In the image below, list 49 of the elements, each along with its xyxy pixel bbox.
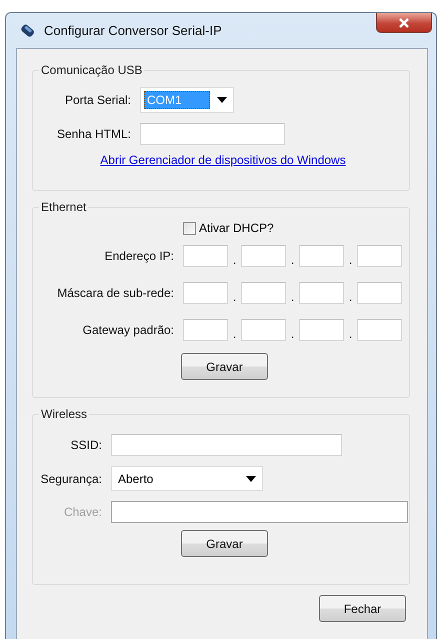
group-title: Ethernet: [39, 200, 88, 214]
octet-separator: .: [232, 253, 238, 267]
caret-icon: [246, 476, 256, 482]
octet-field[interactable]: [241, 319, 286, 341]
security-dropdown[interactable]: Aberto: [111, 466, 263, 491]
octet-field[interactable]: [299, 282, 344, 304]
dhcp-checkbox[interactable]: Ativar DHCP?: [183, 221, 409, 235]
device-manager-link[interactable]: Abrir Gerenciador de dispositivos do Windows: [100, 153, 346, 167]
octet-field[interactable]: [357, 319, 402, 341]
octet-separator: .: [348, 327, 354, 341]
close-button[interactable]: Fechar: [319, 595, 406, 622]
field-label: Porta Serial:: [64, 93, 132, 107]
octet-field[interactable]: [241, 282, 286, 304]
octet-field[interactable]: [357, 282, 402, 304]
field-label: Segurança:: [40, 472, 103, 486]
octet-separator: .: [348, 253, 354, 267]
dropdown-value: COM1: [144, 91, 210, 109]
save-button[interactable]: Gravar: [181, 353, 268, 380]
octet-separator: .: [290, 290, 296, 304]
field-label: Máscara de sub-rede:: [56, 286, 175, 300]
octet-separator: .: [290, 253, 296, 267]
caret-icon: [217, 97, 227, 103]
group-title: Wireless: [39, 407, 90, 421]
close-icon: [398, 18, 410, 28]
save-button[interactable]: Gravar: [181, 530, 268, 557]
checkbox-label: Ativar DHCP?: [199, 221, 274, 235]
checkbox[interactable]: [183, 222, 196, 234]
octet-field[interactable]: [357, 245, 402, 267]
field-label: Gateway padrão:: [82, 323, 175, 337]
field-label: Endereço IP:: [104, 249, 175, 263]
octet-separator: .: [348, 290, 354, 304]
octet-field[interactable]: [183, 282, 228, 304]
octet-separator: .: [290, 327, 296, 341]
dropdown-value: Aberto: [117, 470, 154, 488]
close-button[interactable]: [376, 13, 432, 33]
octet-field[interactable]: [299, 319, 344, 341]
octet-field[interactable]: [241, 245, 286, 267]
ssid-field[interactable]: [111, 434, 342, 456]
octet-field[interactable]: [183, 319, 228, 341]
octet-field[interactable]: [299, 245, 344, 267]
field-label: Senha HTML:: [56, 127, 132, 141]
window-title: Configurar Conversor Serial-IP: [44, 23, 222, 38]
octet-separator: .: [232, 290, 238, 304]
group-title: Comunicação USB: [39, 63, 144, 77]
octet-field[interactable]: [183, 245, 228, 267]
field-label: SSID:: [70, 438, 103, 452]
password-field[interactable]: [140, 123, 285, 145]
octet-separator: .: [232, 327, 238, 341]
field-label: Chave:: [62, 505, 103, 519]
